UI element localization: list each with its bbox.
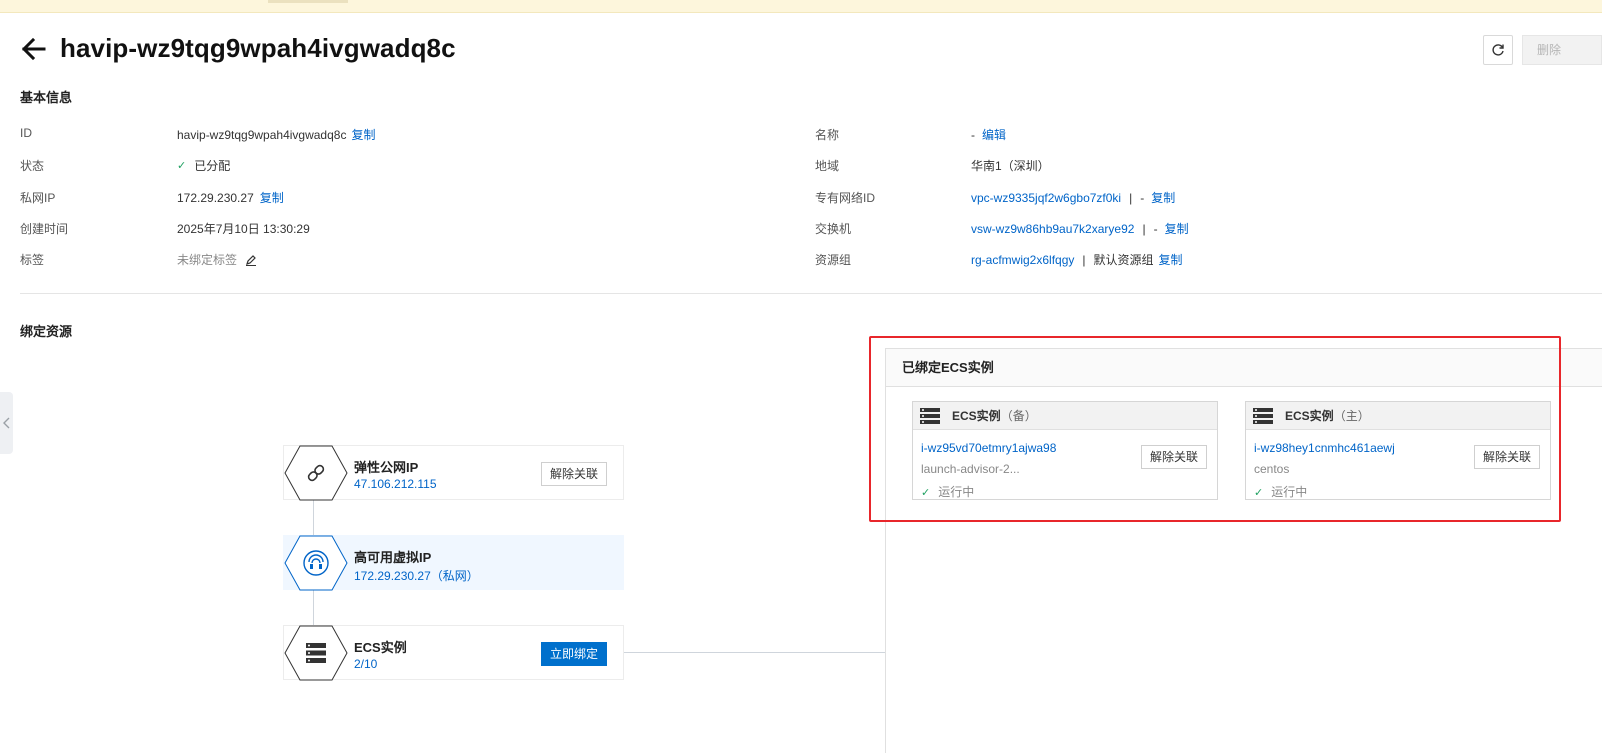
eip-unbind-button[interactable]: 解除关联 [540, 462, 607, 486]
card-title-text: ECS实例 [1285, 409, 1334, 423]
check-icon: ✓ [921, 487, 931, 499]
back-arrow-icon[interactable] [20, 34, 46, 64]
link-icon [284, 445, 348, 501]
card-title: ECS实例（主） [1285, 407, 1370, 424]
copy-vpc-link[interactable]: 复制 [1151, 189, 1175, 206]
separator: | [1129, 190, 1133, 205]
private-ip-value: 172.29.230.27 [177, 190, 254, 205]
ecs-card-primary: ECS实例（主） i-wz98hey1cnmhc461aewj centos ✓… [1245, 401, 1551, 500]
region-value: 华南1（深圳） [971, 159, 1050, 173]
havip-icon [284, 535, 348, 591]
private-ip-row: 172.29.230.27 复制 [177, 189, 284, 206]
eip-address[interactable]: 47.106.212.115 [354, 477, 437, 491]
eip-node: 弹性公网IP 47.106.212.115 解除关联 [283, 445, 624, 501]
check-icon: ✓ [177, 160, 187, 172]
private-ip-label: 私网IP [20, 191, 56, 205]
rg-label: 资源组 [815, 253, 852, 267]
chevron-left-icon [2, 417, 9, 429]
notice-banner [0, 0, 1602, 13]
instance-id-link[interactable]: i-wz98hey1cnmhc461aewj [1254, 441, 1395, 455]
name-label: 名称 [815, 128, 840, 142]
rg-link[interactable]: rg-acfmwig2x6lfqgy [971, 253, 1074, 267]
delete-button[interactable]: 删除 [1522, 35, 1602, 65]
havip-title: 高可用虚拟IP [354, 550, 432, 565]
tags-value: 未绑定标签 [177, 253, 238, 267]
copy-vswitch-link[interactable]: 复制 [1165, 220, 1189, 237]
connector-line [313, 590, 314, 626]
instance-name: launch-advisor-2... [921, 462, 1020, 476]
ecs-title: ECS实例 [354, 640, 407, 655]
unbind-button[interactable]: 解除关联 [1140, 445, 1207, 469]
edit-name-link[interactable]: 编辑 [982, 126, 1006, 143]
separator: | [1082, 252, 1086, 267]
rg-row: rg-acfmwig2x6lfqgy | 默认资源组 复制 [971, 251, 1183, 268]
banner-text-fragment [268, 0, 348, 3]
tags-label: 标签 [20, 253, 45, 267]
card-header: ECS实例（备） [913, 402, 1217, 430]
instance-status: ✓ 运行中 [1254, 483, 1307, 500]
vswitch-link[interactable]: vsw-wz9w86hb9au7k2xarye92 [971, 222, 1134, 236]
refresh-icon [1492, 44, 1504, 56]
vswitch-row: vsw-wz9w86hb9au7k2xarye92 | - 复制 [971, 220, 1189, 237]
name-row: - 编辑 [971, 126, 1006, 143]
instance-status-text: 运行中 [1271, 485, 1308, 499]
collapse-sidebar-handle[interactable] [0, 392, 13, 454]
connector-line [313, 500, 314, 536]
ecs-count: 2/10 [354, 657, 378, 671]
tags-row: 未绑定标签 [177, 251, 257, 268]
panel-title: 已绑定ECS实例 [886, 349, 1602, 387]
vpc-link[interactable]: vpc-wz9335jqf2w6gbo7zf0ki [971, 191, 1121, 205]
rg-name: 默认资源组 [1093, 253, 1154, 267]
unbind-button[interactable]: 解除关联 [1473, 445, 1540, 469]
vpc-row: vpc-wz9335jqf2w6gbo7zf0ki | - 复制 [971, 189, 1175, 206]
section-divider [20, 293, 1602, 294]
status-row: ✓ 已分配 [177, 157, 230, 174]
region-label: 地域 [815, 159, 840, 173]
instance-id-link[interactable]: i-wz95vd70etmry1ajwa98 [921, 441, 1056, 455]
separator: | [1142, 221, 1146, 236]
eip-title: 弹性公网IP [354, 460, 419, 475]
id-row: havip-wz9tqg9wpah4ivgwadq8c 复制 [177, 126, 375, 143]
page-title: havip-wz9tqg9wpah4ivgwadq8c [60, 33, 456, 63]
id-value: havip-wz9tqg9wpah4ivgwadq8c [177, 127, 347, 142]
card-header: ECS实例（主） [1246, 402, 1550, 430]
bind-now-button[interactable]: 立即绑定 [540, 642, 607, 666]
vpc-label: 专有网络ID [815, 191, 876, 205]
instance-status: ✓ 运行中 [921, 483, 974, 500]
connector-line [624, 652, 885, 653]
card-role: （主） [1333, 409, 1370, 423]
created-value: 2025年7月10日 13:30:29 [177, 222, 310, 236]
ecs-card-backup: ECS实例（备） i-wz95vd70etmry1ajwa98 launch-a… [912, 401, 1218, 500]
name-value: - [971, 127, 975, 142]
vswitch-label: 交换机 [815, 222, 852, 236]
instance-name: centos [1254, 462, 1290, 476]
server-icon [284, 625, 348, 681]
card-title: ECS实例（备） [952, 407, 1037, 424]
copy-id-link[interactable]: 复制 [351, 126, 375, 143]
status-label: 状态 [20, 159, 45, 173]
created-label: 创建时间 [20, 222, 69, 236]
refresh-button[interactable] [1483, 35, 1513, 65]
basic-info-title: 基本信息 [20, 90, 73, 105]
ecs-node: ECS实例 2/10 立即绑定 [283, 625, 624, 681]
havip-node: 高可用虚拟IP 172.29.230.27（私网） [283, 535, 624, 591]
bound-resources-title: 绑定资源 [20, 324, 73, 339]
vswitch-name: - [1153, 221, 1158, 236]
card-role: （备） [1000, 409, 1037, 423]
havip-address: 172.29.230.27（私网） [354, 569, 479, 583]
id-label: ID [20, 126, 32, 140]
status-value: 已分配 [194, 159, 231, 173]
server-icon [1253, 407, 1273, 424]
instance-status-text: 运行中 [938, 485, 975, 499]
vpc-name: - [1140, 190, 1145, 205]
copy-rg-link[interactable]: 复制 [1159, 251, 1183, 268]
copy-ip-link[interactable]: 复制 [260, 189, 284, 206]
card-title-text: ECS实例 [952, 409, 1001, 423]
check-icon: ✓ [1254, 487, 1264, 499]
edit-pencil-icon[interactable] [245, 254, 257, 266]
server-icon [920, 407, 940, 424]
